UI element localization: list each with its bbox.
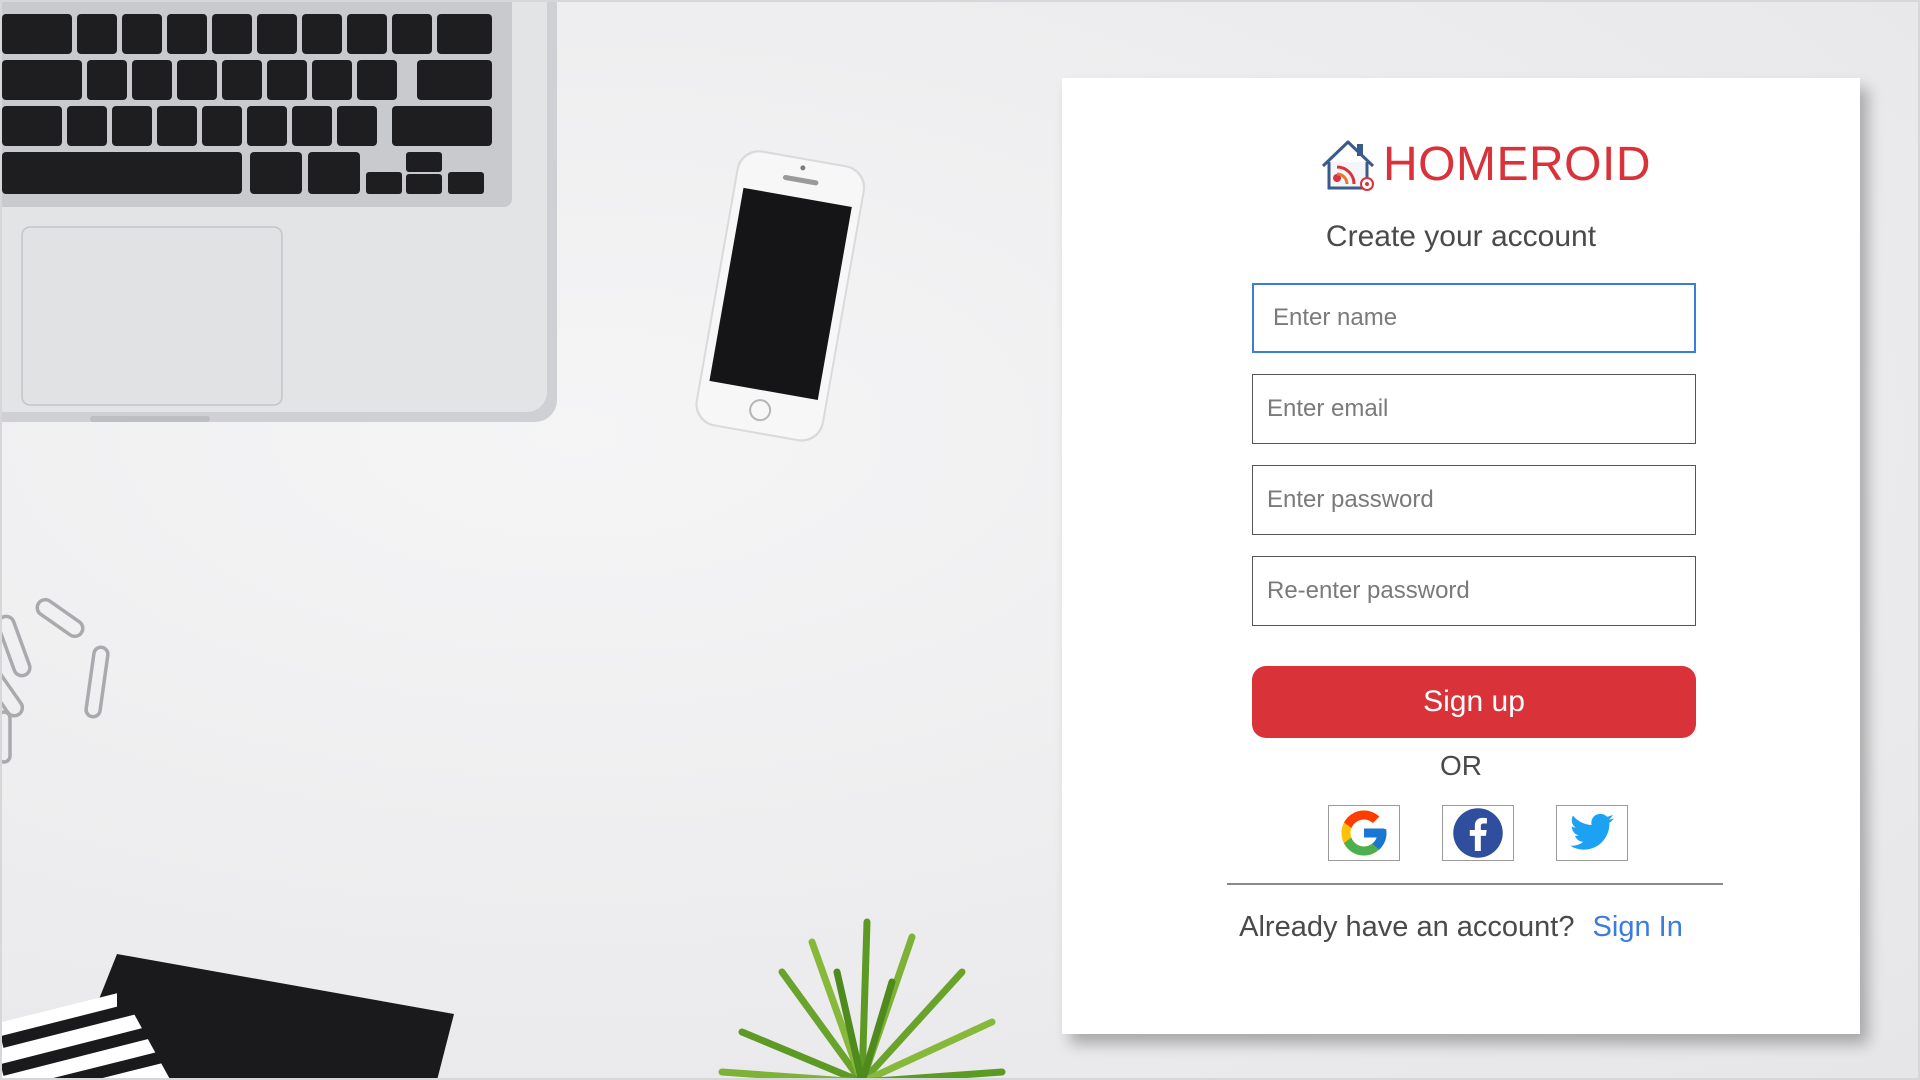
- facebook-icon: [1453, 808, 1503, 858]
- signup-card: HOMEROID Create your account Sign up OR …: [1062, 78, 1860, 1034]
- reenter-password-input[interactable]: [1252, 556, 1696, 626]
- divider: [1227, 883, 1723, 885]
- google-signin-button[interactable]: [1328, 805, 1400, 861]
- plant-image: [718, 918, 1006, 1078]
- brand-logo: HOMEROID: [1317, 130, 1651, 200]
- notebook-image: [2, 954, 454, 1078]
- twitter-signin-button[interactable]: [1556, 805, 1628, 861]
- house-wifi-icon: [1321, 140, 1375, 191]
- form-title: Create your account: [1325, 220, 1597, 253]
- paper-clips-image: [2, 597, 110, 764]
- password-input[interactable]: [1252, 465, 1696, 535]
- email-input[interactable]: [1252, 374, 1696, 444]
- name-input[interactable]: [1252, 283, 1696, 353]
- google-icon: [1341, 810, 1387, 856]
- smartphone-image: [695, 150, 866, 442]
- sign-up-button[interactable]: Sign up: [1252, 666, 1696, 738]
- signin-prompt: Already have an account? Sign In: [1062, 911, 1860, 944]
- or-separator: OR: [1440, 750, 1482, 781]
- laptop-image: [2, 2, 557, 422]
- facebook-signin-button[interactable]: [1442, 805, 1514, 861]
- sign-in-link[interactable]: Sign In: [1593, 911, 1683, 943]
- signin-prompt-text: Already have an account?: [1239, 911, 1575, 943]
- brand-name: HOMEROID: [1383, 138, 1651, 191]
- twitter-icon: [1570, 813, 1614, 850]
